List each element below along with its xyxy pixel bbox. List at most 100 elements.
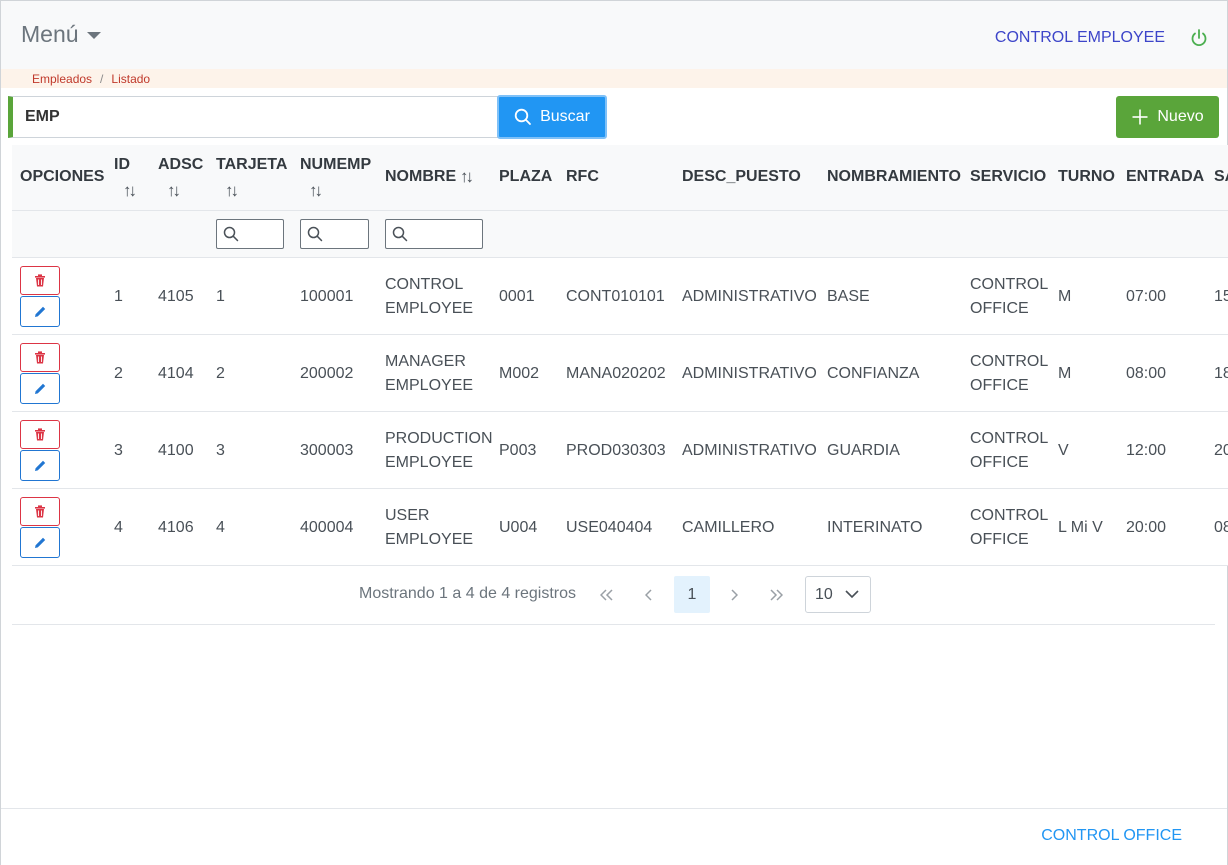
sort-icon[interactable]: ↑↓	[123, 181, 137, 201]
cell-desc_puesto: CAMILLERO	[682, 518, 775, 536]
cell-plaza: 0001	[499, 287, 535, 305]
paginator-info: Mostrando 1 a 4 de 4 registros	[359, 585, 577, 602]
cell-line: CONTROL	[970, 506, 1049, 524]
edit-button[interactable]	[20, 373, 60, 404]
column-title: OPCIONES	[20, 168, 105, 185]
cell-id: 3	[114, 441, 123, 459]
cell-line: EMPLOYEE	[385, 376, 474, 394]
rows-per-page-select[interactable]: 10	[805, 576, 871, 613]
search-button-label: Buscar	[540, 108, 590, 125]
cell-numemp: 400004	[300, 518, 354, 536]
column-title: DESC_PUESTO	[682, 168, 801, 185]
column-title: ENTRADA	[1126, 168, 1205, 185]
first-page-button[interactable]	[589, 576, 625, 613]
cell-sa: 08	[1214, 518, 1228, 536]
table-header: OPCIONES ID ↑↓ ADSC ↑↓ TARJETA ↑↓ NUMEMP…	[12, 145, 1228, 211]
cell-adsc: 4100	[158, 441, 194, 459]
next-page-button[interactable]	[716, 576, 752, 613]
edit-button[interactable]	[20, 296, 60, 327]
power-icon[interactable]	[1189, 28, 1209, 48]
nombre-filter-input[interactable]	[385, 219, 483, 249]
cell-id: 2	[114, 364, 123, 382]
search-field	[8, 96, 498, 138]
cell-line: PRODUCTION	[385, 429, 493, 447]
cell-numemp: 300003	[300, 441, 354, 459]
last-page-button[interactable]	[758, 576, 794, 613]
cell-nombramiento: BASE	[827, 287, 870, 305]
delete-button[interactable]	[20, 497, 60, 526]
trash-icon	[35, 428, 45, 441]
column-title: PLAZA	[499, 168, 553, 185]
cell-rfc: USE040404	[566, 518, 653, 536]
caret-down-icon	[86, 32, 101, 39]
cell-servicio: CONTROL OFFICE	[970, 258, 1048, 335]
cell-id: 4	[114, 518, 123, 536]
column-title: ADSC	[158, 156, 204, 173]
cell-tarjeta: 3	[216, 441, 225, 459]
edit-button[interactable]	[20, 527, 60, 558]
menu-dropdown[interactable]: Menú	[21, 21, 101, 48]
cell-adsc: 4105	[158, 287, 194, 305]
tarjeta-filter-input[interactable]	[216, 219, 284, 249]
cell-nombramiento: INTERINATO	[827, 518, 923, 536]
delete-button[interactable]	[20, 343, 60, 372]
breadcrumb-item-listado[interactable]: Listado	[111, 72, 150, 86]
user-name-link[interactable]: CONTROL EMPLOYEE	[995, 29, 1165, 47]
cell-rfc: CONT010101	[566, 287, 665, 305]
cell-line: CONTROL	[385, 275, 464, 293]
search-button[interactable]: Buscar	[497, 95, 607, 139]
column-title: SERVICIO	[970, 168, 1047, 185]
cell-entrada: 12:00	[1126, 441, 1167, 459]
cell-line: CONTROL	[970, 275, 1049, 293]
page-button-1[interactable]: 1	[674, 576, 710, 613]
breadcrumb: Empleados / Listado	[1, 69, 1227, 88]
cell-line: OFFICE	[970, 299, 1029, 317]
cell-entrada: 20:00	[1126, 518, 1167, 536]
sort-icon[interactable]: ↑↓	[460, 167, 474, 187]
search-input[interactable]	[25, 97, 485, 137]
sort-icon[interactable]: ↑↓	[167, 181, 181, 201]
delete-button[interactable]	[20, 420, 60, 449]
delete-button[interactable]	[20, 266, 60, 295]
edit-button[interactable]	[20, 450, 60, 481]
cell-entrada: 07:00	[1126, 287, 1167, 305]
cell-servicio: CONTROL OFFICE	[970, 412, 1048, 489]
top-navbar: Menú CONTROL EMPLOYEE	[1, 1, 1227, 69]
footer-text: CONTROL OFFICE	[1041, 827, 1182, 844]
breadcrumb-item-empleados[interactable]: Empleados	[32, 72, 92, 86]
menu-label: Menú	[21, 21, 79, 47]
sort-icon[interactable]: ↑↓	[225, 181, 239, 201]
pencil-icon	[34, 537, 45, 548]
cell-adsc: 4104	[158, 364, 194, 382]
plus-icon	[1132, 109, 1148, 125]
cell-nombre: CONTROL EMPLOYEE	[385, 258, 473, 335]
cell-desc_puesto: ADMINISTRATIVO	[682, 364, 817, 382]
pencil-icon	[34, 460, 45, 471]
chevrons-right-icon	[770, 588, 783, 601]
paginator: Mostrando 1 a 4 de 4 registros 1 10	[12, 566, 1215, 625]
cell-desc_puesto: ADMINISTRATIVO	[682, 441, 817, 459]
sort-icon[interactable]: ↑↓	[309, 181, 323, 201]
search-icon	[514, 108, 531, 125]
cell-line: EMPLOYEE	[385, 453, 474, 471]
cell-plaza: M002	[499, 364, 540, 382]
prev-page-button[interactable]	[631, 576, 667, 613]
cell-numemp: 100001	[300, 287, 354, 305]
cell-nombre: USER EMPLOYEE	[385, 489, 473, 566]
chevrons-left-icon	[600, 588, 613, 601]
cell-plaza: P003	[499, 441, 537, 459]
table-row: 2 4104 2 200002 MANAGER EMPLOYEE M002 MANA02020…	[12, 335, 1228, 412]
cell-line: OFFICE	[970, 376, 1029, 394]
cell-line: EMPLOYEE	[385, 530, 474, 548]
cell-nombramiento: GUARDIA	[827, 441, 900, 459]
new-button[interactable]: Nuevo	[1116, 96, 1219, 138]
cell-desc_puesto: ADMINISTRATIVO	[682, 287, 817, 305]
table-row: 4 4106 4 400004 USER EMPLOYEE U004 USE040404 CAM…	[12, 489, 1228, 566]
filter-row	[12, 211, 1228, 258]
cell-sa: 20	[1214, 441, 1228, 459]
search-icon	[307, 226, 323, 242]
column-title: RFC	[566, 168, 599, 185]
numemp-filter-input[interactable]	[300, 219, 369, 249]
chevron-right-icon	[731, 588, 738, 601]
column-title: SA	[1214, 168, 1228, 185]
